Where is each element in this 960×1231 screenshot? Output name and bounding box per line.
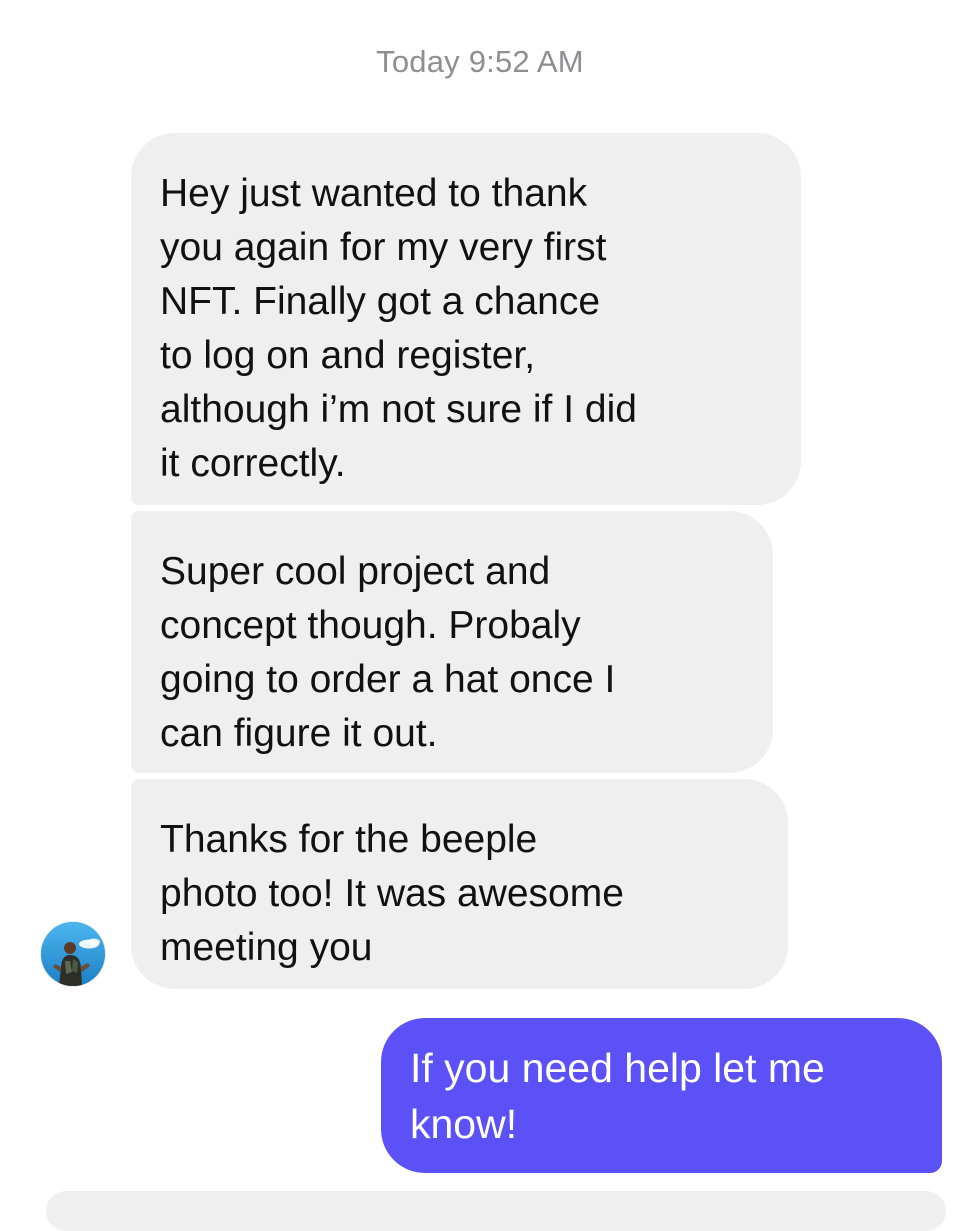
incoming-message-bubble[interactable]: Super cool project and concept though. P… [131, 511, 773, 773]
message-text-line: although i’m not sure if I did [160, 388, 637, 431]
message-text-line: Thanks for the beeple [160, 818, 538, 861]
outgoing-message-bubble[interactable]: If you need help let me know! [381, 1018, 942, 1173]
message-text-line: concept though. Probaly [160, 604, 581, 647]
message-text-line: meeting you [160, 926, 373, 969]
message-text-line: If you need help let me [410, 1045, 825, 1091]
message-text-line: photo too! It was awesome [160, 872, 624, 915]
message-composer-edge[interactable] [46, 1191, 946, 1231]
message-timestamp: Today 9:52 AM [376, 44, 584, 79]
incoming-message-bubble[interactable]: Hey just wanted to thank you again for m… [131, 133, 801, 505]
message-text-line: Super cool project and [160, 550, 551, 593]
message-thread[interactable]: Today 9:52 AM Hey just wanted to thank y… [0, 0, 960, 1231]
message-text-line: NFT. Finally got a chance [160, 280, 601, 323]
message-text-line: to log on and register, [160, 334, 536, 377]
message-text-line: going to order a hat once I [160, 658, 616, 701]
message-text-line: you again for my very first [160, 226, 607, 269]
message-text-line: know! [410, 1101, 518, 1147]
user-avatar-photo-icon [41, 922, 105, 986]
message-text-line: it correctly. [160, 442, 346, 485]
message-text-line: Hey just wanted to thank [160, 172, 588, 215]
incoming-message-bubble[interactable]: Thanks for the beeple photo too! It was … [131, 779, 788, 989]
message-text-line: can figure it out. [160, 712, 438, 755]
contact-avatar[interactable] [41, 922, 105, 986]
